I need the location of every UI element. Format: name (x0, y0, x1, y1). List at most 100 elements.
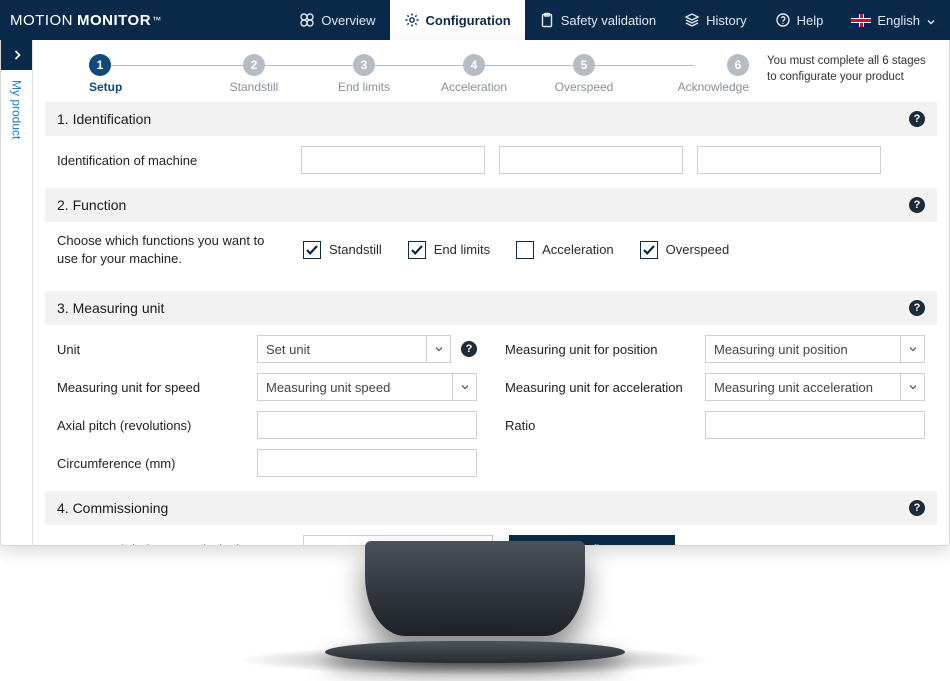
speed-unit-label: Measuring unit for speed (57, 380, 247, 395)
brand-thin: MOTION (10, 12, 73, 29)
unit-label: Unit (57, 342, 247, 357)
step-badge: 5 (573, 54, 595, 76)
clipboard-icon (539, 12, 555, 28)
step-label: Standstill (230, 80, 279, 94)
section-help-button[interactable]: ? (909, 111, 925, 127)
nav-overview[interactable]: Overview (285, 0, 389, 40)
section-help-button[interactable]: ? (909, 500, 925, 516)
max-speed-label: Max. speed during commissioning. (57, 542, 287, 545)
nav-help[interactable]: Help (761, 0, 838, 40)
nav-history[interactable]: History (670, 0, 760, 40)
checkbox-icon (303, 241, 321, 259)
nav-configuration[interactable]: Configuration (390, 0, 525, 40)
checkbox-icon (408, 241, 426, 259)
nav-overview-label: Overview (321, 13, 375, 28)
nav-language[interactable]: English (837, 0, 950, 40)
function-standstill-option[interactable]: Standstill (303, 241, 382, 259)
checkbox-label: Acceleration (542, 242, 614, 257)
overview-icon (299, 12, 315, 28)
brand-logo: MOTION MONITOR ™ (0, 0, 176, 40)
section-function: 2. Function ? Choose which functions you… (45, 188, 937, 281)
accel-unit-value: Measuring unit acceleration (706, 374, 900, 400)
section-title: 2. Function (57, 197, 126, 213)
step-label: Acknowledge (678, 80, 749, 94)
section-commissioning: 4. Commissioning ? Max. speed during com… (45, 491, 937, 545)
checkbox-label: Overspeed (666, 242, 730, 257)
section-help-button[interactable]: ? (909, 197, 925, 213)
circumference-input[interactable] (257, 449, 477, 477)
identification-input-2[interactable] (499, 146, 683, 174)
step-label: End limits (338, 80, 390, 94)
identification-input-3[interactable] (697, 146, 881, 174)
nav-language-label: English (877, 13, 920, 28)
help-circle-icon (775, 12, 791, 28)
step-acceleration[interactable]: 4 Acceleration (419, 54, 529, 94)
position-unit-label: Measuring unit for position (505, 342, 695, 357)
step-label: Acceleration (441, 80, 507, 94)
step-end-limits[interactable]: 3 End limits (309, 54, 419, 94)
step-acknowledge[interactable]: 6 Acknowledge (639, 54, 749, 94)
step-badge: 1 (89, 54, 111, 76)
unit-help-button[interactable]: ? (461, 341, 477, 357)
checkbox-icon (640, 241, 658, 259)
side-collapse-button[interactable] (1, 40, 32, 70)
checkbox-label: End limits (434, 242, 490, 257)
function-overspeed-option[interactable]: Overspeed (640, 241, 730, 259)
step-badge: 3 (353, 54, 375, 76)
section-title: 4. Commissioning (57, 500, 168, 516)
identification-label: Identification of machine (57, 153, 287, 168)
ratio-label: Ratio (505, 418, 695, 433)
uk-flag-icon (851, 14, 871, 27)
circumference-label: Circumference (mm) (57, 456, 247, 471)
speed-unit-select[interactable]: Measuring unit speed (257, 373, 477, 401)
section-measuring: 3. Measuring unit ? Unit Set unit ? (45, 291, 937, 481)
chevron-down-icon (452, 374, 476, 400)
accel-unit-select[interactable]: Measuring unit acceleration (705, 373, 925, 401)
monitor-stand-graphic (0, 531, 950, 681)
section-title: 3. Measuring unit (57, 300, 164, 316)
confirm-button[interactable]: Confirm (509, 535, 675, 545)
nav-help-label: Help (797, 13, 824, 28)
unit-select[interactable]: Set unit (257, 335, 451, 363)
function-acceleration-option[interactable]: Acceleration (516, 241, 614, 259)
speed-unit-value: Measuring unit speed (258, 374, 452, 400)
gear-icon (404, 12, 420, 28)
position-unit-value: Measuring unit position (706, 336, 900, 362)
chevron-down-icon (426, 336, 450, 362)
section-help-button[interactable]: ? (909, 300, 925, 316)
section-title: 1. Identification (57, 111, 151, 127)
brand-tm: ™ (152, 15, 162, 25)
step-label: Overspeed (555, 80, 614, 94)
position-unit-select[interactable]: Measuring unit position (705, 335, 925, 363)
top-nav: MOTION MONITOR ™ Overview Configuration … (0, 0, 950, 40)
max-speed-input[interactable] (303, 535, 493, 545)
side-tab-label-wrap[interactable]: My product (1, 70, 32, 139)
step-overspeed[interactable]: 5 Overspeed (529, 54, 639, 94)
step-badge: 2 (243, 54, 265, 76)
chevron-down-icon (900, 336, 924, 362)
stepper-note: You must complete all 6 stages to config… (749, 54, 929, 85)
step-label: Setup (89, 80, 122, 94)
nav-safety-label: Safety validation (561, 13, 656, 28)
step-badge: 6 (727, 54, 749, 76)
nav-history-label: History (706, 13, 746, 28)
checkbox-icon (516, 241, 534, 259)
chevron-down-icon (900, 374, 924, 400)
checkbox-label: Standstill (329, 242, 382, 257)
accel-unit-label: Measuring unit for acceleration (505, 380, 695, 395)
axial-pitch-label: Axial pitch (revolutions) (57, 418, 247, 433)
nav-configuration-label: Configuration (426, 13, 511, 28)
identification-input-1[interactable] (301, 146, 485, 174)
step-standstill[interactable]: 2 Standstill (199, 54, 309, 94)
brand-bold: MONITOR (77, 12, 151, 29)
function-end-limits-option[interactable]: End limits (408, 241, 490, 259)
ratio-input[interactable] (705, 411, 925, 439)
axial-pitch-input[interactable] (257, 411, 477, 439)
side-tab: My product (1, 40, 33, 545)
nav-safety[interactable]: Safety validation (525, 0, 670, 40)
section-identification: 1. Identification ? Identification of ma… (45, 102, 937, 178)
step-setup[interactable]: 1 Setup (89, 54, 199, 94)
setup-stepper: 1 Setup 2 Standstill 3 End limits 4 Acce… (33, 40, 949, 102)
function-hint: Choose which functions you want to use f… (57, 232, 287, 267)
step-badge: 4 (463, 54, 485, 76)
